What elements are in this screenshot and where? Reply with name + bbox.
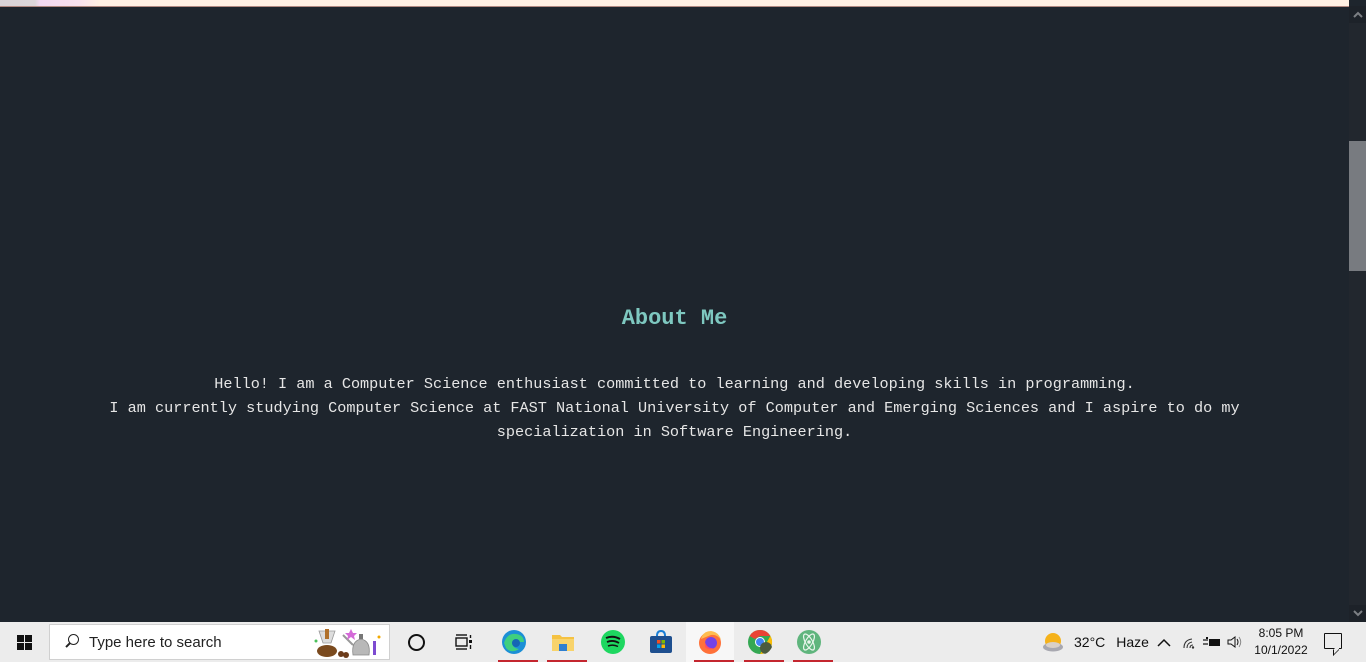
atom-icon	[797, 630, 821, 654]
chevron-down-icon	[1352, 610, 1363, 617]
page-viewport: About Me Hello! I am a Computer Science …	[0, 7, 1349, 622]
taskbar-app-file-explorer[interactable]	[539, 622, 587, 662]
about-me-heading: About Me	[621, 306, 728, 331]
chevron-up-icon	[1157, 638, 1171, 647]
battery-button[interactable]	[1203, 622, 1221, 662]
scroll-thumb[interactable]	[1349, 141, 1366, 271]
taskbar-app-task-view[interactable]	[440, 622, 488, 662]
search-icon	[62, 632, 82, 652]
about-me-paragraph: Hello! I am a Computer Science enthusias…	[70, 372, 1279, 444]
taskbar-app-spotify[interactable]	[589, 622, 637, 662]
volume-button[interactable]	[1227, 622, 1245, 662]
windows-taskbar: Type here to search 32°C Haze 8:05 PM 10…	[0, 622, 1366, 662]
search-placeholder: Type here to search	[89, 633, 222, 651]
taskbar-app-firefox[interactable]	[686, 622, 734, 662]
browser-top-strip	[0, 0, 1349, 7]
wifi-icon	[1183, 638, 1195, 649]
taskbar-app-atom[interactable]	[785, 622, 833, 662]
taskbar-app-edge[interactable]	[490, 622, 538, 662]
scroll-up-button[interactable]	[1349, 6, 1366, 23]
system-clock[interactable]: 8:05 PM 10/1/2022	[1250, 625, 1312, 659]
start-button[interactable]	[0, 622, 48, 662]
show-hidden-icons-button[interactable]	[1157, 622, 1171, 662]
file-explorer-icon	[552, 635, 574, 651]
taskbar-search-box[interactable]: Type here to search	[49, 624, 390, 660]
weather-haze-icon	[1043, 633, 1063, 652]
network-button[interactable]	[1182, 622, 1198, 662]
weather-temperature: 32°C	[1074, 634, 1106, 650]
firefox-icon	[699, 631, 721, 654]
about-line-3: specialization in Software Engineering.	[496, 423, 853, 441]
cortana-button[interactable]	[392, 622, 440, 662]
about-line-1: Hello! I am a Computer Science enthusias…	[214, 375, 1135, 393]
speaker-icon	[1227, 636, 1242, 648]
clock-time: 8:05 PM	[1258, 626, 1304, 640]
cortana-icon	[407, 633, 425, 651]
scroll-down-button[interactable]	[1349, 605, 1366, 622]
vertical-scrollbar[interactable]	[1349, 6, 1366, 622]
taskbar-app-chrome[interactable]	[736, 622, 784, 662]
store-icon	[650, 630, 672, 653]
chevron-up-icon	[1352, 11, 1363, 18]
notification-center-icon[interactable]	[1324, 633, 1342, 649]
taskbar-app-store[interactable]	[637, 622, 685, 662]
search-highlight-coffee-icon	[314, 629, 381, 658]
edge-icon	[502, 630, 526, 654]
about-line-2: I am currently studying Computer Science…	[109, 399, 1240, 417]
weather-condition: Haze	[1116, 634, 1149, 650]
task-view-icon	[455, 634, 472, 650]
spotify-icon	[601, 630, 625, 654]
windows-logo-icon	[16, 634, 32, 650]
clock-date: 10/1/2022	[1254, 643, 1308, 657]
chrome-icon	[748, 630, 773, 654]
weather-widget[interactable]: 32°C Haze	[1042, 622, 1149, 662]
battery-charging-icon	[1203, 637, 1220, 646]
